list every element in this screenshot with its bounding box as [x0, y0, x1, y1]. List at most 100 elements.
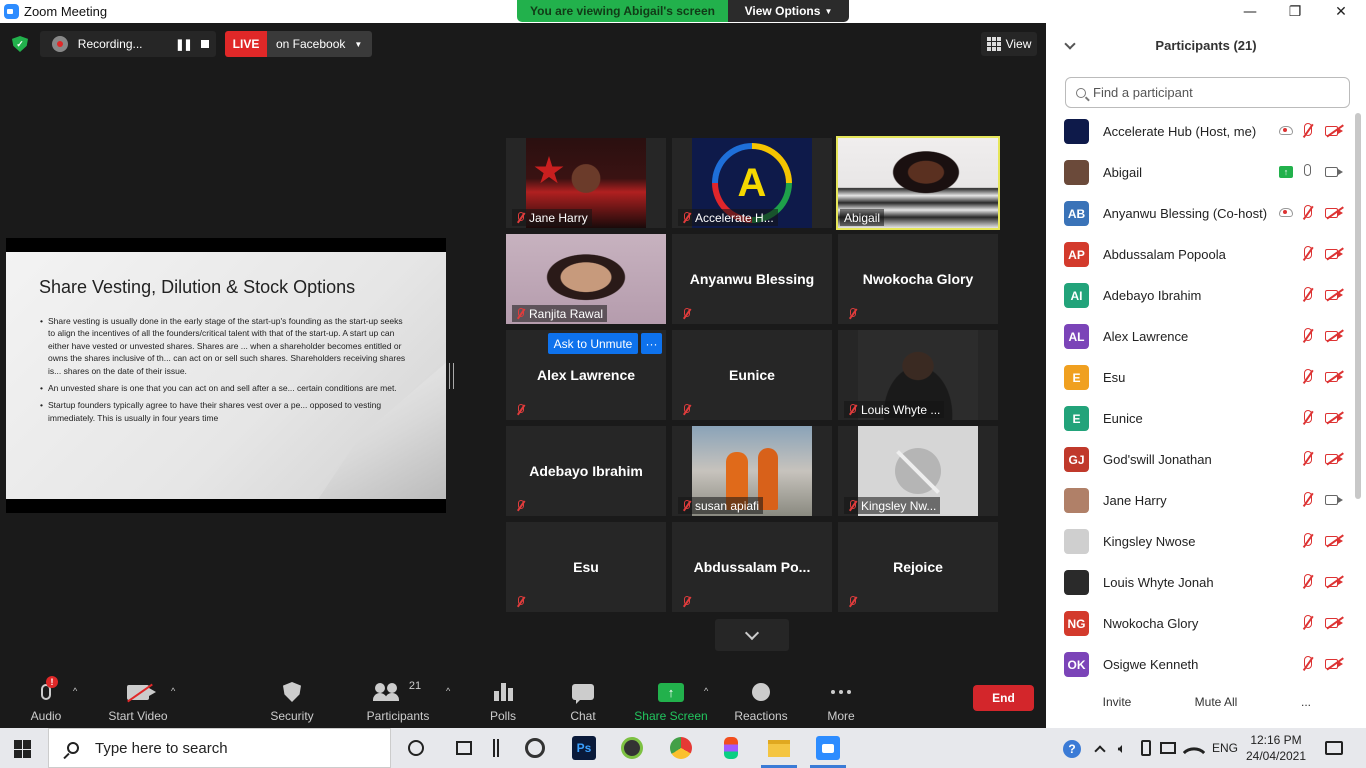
- participant-row[interactable]: Kingsley Nwose: [1046, 521, 1356, 562]
- tile-more-button[interactable]: ···: [641, 333, 662, 354]
- tablet-icon[interactable]: [1156, 736, 1180, 760]
- maximize-button[interactable]: ❐: [1272, 0, 1318, 23]
- participant-row[interactable]: NG Nwokocha Glory: [1046, 603, 1356, 644]
- action-center-icon[interactable]: [1322, 736, 1346, 760]
- system-clock[interactable]: 12:16 PM 24/04/2021: [1236, 732, 1316, 764]
- mic-muted-icon[interactable]: [1302, 123, 1314, 139]
- panel-more-button[interactable]: ...: [1294, 689, 1318, 715]
- audio-options-caret[interactable]: ^: [73, 686, 77, 696]
- task-view-icon[interactable]: [452, 736, 476, 760]
- mic-muted-icon[interactable]: [1302, 328, 1314, 344]
- video-on-icon[interactable]: [1325, 493, 1345, 507]
- participant-row[interactable]: AB Anyanwu Blessing (Co-host): [1046, 193, 1356, 234]
- polls-button[interactable]: Polls: [482, 674, 524, 728]
- mute-all-button[interactable]: Mute All: [1185, 689, 1247, 715]
- help-tray-icon[interactable]: ?: [1060, 737, 1084, 761]
- ask-to-unmute-button[interactable]: Ask to Unmute: [548, 333, 638, 354]
- language-indicator[interactable]: ENG: [1212, 741, 1238, 755]
- video-tile[interactable]: Ranjita Rawal: [506, 234, 666, 324]
- mic-on-icon[interactable]: [1302, 164, 1314, 180]
- encryption-shield-icon[interactable]: ✓: [12, 36, 28, 52]
- view-layout-button[interactable]: View: [981, 32, 1037, 56]
- windows-start-icon[interactable]: [14, 740, 32, 758]
- view-options-button[interactable]: View Options ▼: [728, 0, 849, 22]
- video-off-icon[interactable]: [1325, 124, 1345, 138]
- mic-muted-icon[interactable]: [1302, 574, 1314, 590]
- taskbar-search[interactable]: Type here to search: [48, 728, 391, 768]
- video-tile[interactable]: Adebayo Ibrahim: [506, 426, 666, 516]
- video-off-icon[interactable]: [1325, 657, 1345, 671]
- participant-list-scrollbar[interactable]: [1355, 113, 1361, 499]
- video-on-icon[interactable]: [1325, 165, 1345, 179]
- next-page-button[interactable]: [715, 619, 789, 651]
- participant-row[interactable]: OK Osigwe Kenneth: [1046, 644, 1356, 681]
- video-off-icon[interactable]: [1325, 616, 1345, 630]
- video-tile[interactable]: Eunice: [672, 330, 832, 420]
- live-destination[interactable]: on Facebook ▼: [267, 31, 373, 57]
- participant-search-input[interactable]: [1093, 85, 1333, 100]
- video-tile-active-speaker[interactable]: Abigail: [836, 136, 1000, 230]
- video-off-icon[interactable]: [1325, 534, 1345, 548]
- live-stream-indicator[interactable]: LIVE on Facebook ▼: [225, 31, 373, 57]
- chat-button[interactable]: Chat: [562, 674, 604, 728]
- more-button[interactable]: More: [820, 674, 862, 728]
- mic-muted-icon[interactable]: [1302, 287, 1314, 303]
- participant-row[interactable]: E Esu: [1046, 357, 1356, 398]
- mic-muted-icon[interactable]: [1302, 410, 1314, 426]
- wifi-icon[interactable]: [1182, 736, 1206, 764]
- video-off-icon[interactable]: [1325, 206, 1345, 220]
- chrome-icon[interactable]: [669, 736, 693, 760]
- video-off-icon[interactable]: [1325, 452, 1345, 466]
- mic-muted-icon[interactable]: [1302, 615, 1314, 631]
- share-screen-button[interactable]: ↑ Share Screen: [634, 674, 708, 728]
- participants-button[interactable]: 21 Participants: [364, 674, 432, 728]
- mic-muted-icon[interactable]: [1302, 205, 1314, 221]
- participant-row[interactable]: AI Adebayo Ibrahim: [1046, 275, 1356, 316]
- video-off-icon[interactable]: [1325, 329, 1345, 343]
- video-options-caret[interactable]: ^: [171, 686, 175, 696]
- mic-muted-icon[interactable]: [1302, 369, 1314, 385]
- video-off-icon[interactable]: [1325, 247, 1345, 261]
- mic-muted-icon[interactable]: [1302, 656, 1314, 672]
- file-explorer-icon[interactable]: [767, 736, 791, 760]
- zoom-taskbar-icon[interactable]: [816, 736, 840, 760]
- video-tile[interactable]: Esu: [506, 522, 666, 612]
- mic-muted-icon[interactable]: [1302, 492, 1314, 508]
- close-window-button[interactable]: ✕: [1318, 0, 1364, 23]
- participant-row[interactable]: Jane Harry: [1046, 480, 1356, 521]
- volume-icon[interactable]: 🔈︎: [1110, 736, 1134, 760]
- video-tile[interactable]: Jane Harry: [506, 138, 666, 228]
- video-tile[interactable]: susan apiafi: [672, 426, 832, 516]
- audio-button[interactable]: ! Audio: [23, 674, 69, 728]
- participants-options-caret[interactable]: ^: [446, 686, 450, 696]
- video-tile[interactable]: Kingsley Nw...: [838, 426, 998, 516]
- participant-row[interactable]: Accelerate Hub (Host, me): [1046, 111, 1356, 152]
- participant-row[interactable]: AP Abdussalam Popoola: [1046, 234, 1356, 275]
- invite-button[interactable]: Invite: [1095, 689, 1139, 715]
- participant-row[interactable]: Louis Whyte Jonah: [1046, 562, 1356, 603]
- tray-expand-icon[interactable]: [1088, 736, 1112, 760]
- video-tile[interactable]: Abdussalam Po...: [672, 522, 832, 612]
- video-tile[interactable]: A Accelerate H...: [672, 138, 832, 228]
- photoshop-icon[interactable]: Ps: [572, 736, 596, 760]
- video-tile[interactable]: Louis Whyte ...: [838, 330, 998, 420]
- mic-muted-icon[interactable]: [1302, 246, 1314, 262]
- video-tile[interactable]: Anyanwu Blessing: [672, 234, 832, 324]
- participant-search[interactable]: [1065, 77, 1350, 108]
- app-divider-icon[interactable]: [484, 736, 508, 760]
- figma-icon[interactable]: [719, 736, 743, 760]
- participant-row[interactable]: E Eunice: [1046, 398, 1356, 439]
- participant-row[interactable]: GJ God'swill Jonathan: [1046, 439, 1356, 480]
- cortana-icon[interactable]: [404, 736, 428, 760]
- pause-recording-button[interactable]: ❚❚: [173, 38, 195, 51]
- mic-muted-icon[interactable]: [1302, 533, 1314, 549]
- mic-muted-icon[interactable]: [1302, 451, 1314, 467]
- participant-row[interactable]: AL Alex Lawrence: [1046, 316, 1356, 357]
- video-off-icon[interactable]: [1325, 575, 1345, 589]
- video-off-icon[interactable]: [1325, 288, 1345, 302]
- minimize-button[interactable]: —: [1227, 0, 1273, 23]
- media-app-icon[interactable]: [523, 736, 547, 760]
- video-tile[interactable]: Rejoice: [838, 522, 998, 612]
- participant-row[interactable]: Abigail ↑: [1046, 152, 1356, 193]
- battery-icon[interactable]: [1134, 736, 1158, 760]
